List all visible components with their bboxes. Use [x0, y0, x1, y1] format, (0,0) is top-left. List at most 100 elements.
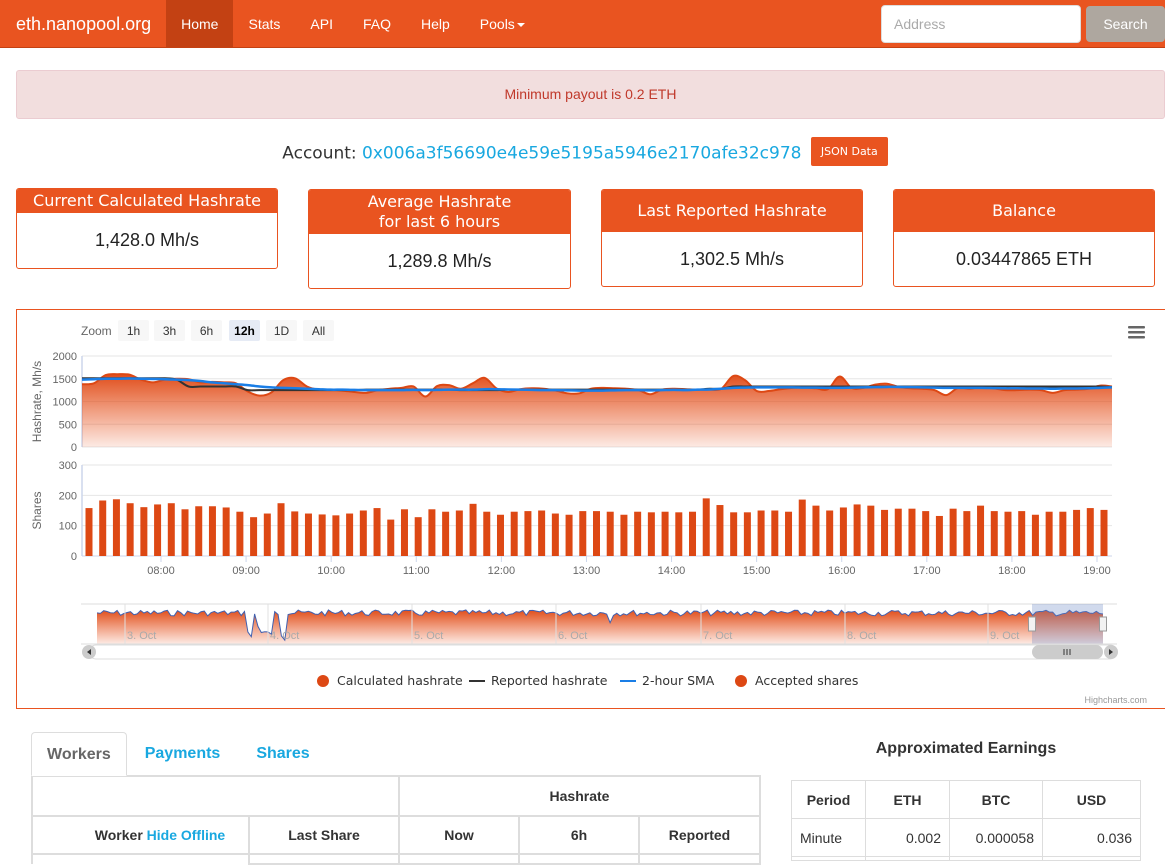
shares-bar[interactable]	[442, 511, 450, 556]
shares-bar[interactable]	[359, 510, 367, 557]
shares-bar[interactable]	[1045, 511, 1053, 556]
shares-bar[interactable]	[661, 511, 669, 556]
shares-bar[interactable]	[112, 499, 120, 556]
shares-bar[interactable]	[510, 511, 518, 556]
legend-item[interactable]: Calculated hashrate	[317, 673, 463, 688]
shares-bar[interactable]	[935, 515, 943, 556]
shares-bar[interactable]	[620, 514, 628, 556]
navigator-handle[interactable]	[1028, 616, 1036, 632]
navigator[interactable]: 3. Oct 4. Oct 5. Oct 6. Oct 7. Oct 8. Oct 9. O…	[81, 603, 1118, 660]
shares-bar[interactable]	[675, 512, 683, 556]
shares-bar[interactable]	[346, 513, 354, 556]
shares-bar[interactable]	[990, 511, 998, 556]
zoom-button-3h[interactable]: 3h	[154, 320, 185, 341]
shares-bar[interactable]	[428, 509, 436, 556]
zoom-button-1h[interactable]: 1h	[118, 320, 149, 341]
shares-bar[interactable]	[263, 513, 271, 556]
shares-bar[interactable]	[181, 509, 189, 556]
nav-home[interactable]: Home	[166, 0, 234, 48]
col-now[interactable]: Now	[398, 815, 520, 855]
shares-bar[interactable]	[140, 507, 148, 556]
address-input[interactable]	[881, 5, 1081, 43]
shares-bar[interactable]	[826, 510, 834, 557]
shares-bar[interactable]	[743, 512, 751, 556]
shares-bar[interactable]	[304, 513, 312, 556]
shares-bar[interactable]	[730, 512, 738, 556]
zoom-button-1d[interactable]: 1D	[266, 320, 297, 341]
nav-faq[interactable]: FAQ	[348, 0, 406, 48]
shares-bar[interactable]	[1018, 511, 1026, 556]
shares-bar[interactable]	[867, 505, 875, 556]
shares-bar[interactable]	[414, 517, 422, 556]
shares-bar[interactable]	[208, 506, 216, 556]
zoom-button-all[interactable]: All	[303, 320, 334, 341]
shares-bar[interactable]	[881, 509, 889, 556]
zoom-button-6h[interactable]: 6h	[191, 320, 222, 341]
scrollbar-track[interactable]	[88, 644, 1118, 660]
shares-bar[interactable]	[757, 510, 765, 557]
shares-bar[interactable]	[565, 514, 573, 556]
shares-bar[interactable]	[977, 505, 985, 556]
account-address-link[interactable]: 0x006a3f56690e4e59e5195a5946e2170afe32c9…	[362, 144, 801, 164]
shares-bar[interactable]	[538, 510, 546, 557]
shares-bar[interactable]	[593, 511, 600, 556]
tab-workers[interactable]: Workers	[31, 732, 127, 776]
shares-bar[interactable]	[318, 514, 326, 556]
shares-bar[interactable]	[1004, 511, 1012, 556]
shares-bar[interactable]	[236, 511, 244, 556]
shares-bar[interactable]	[949, 508, 957, 556]
col-6h[interactable]: 6h	[518, 815, 640, 855]
shares-bar[interactable]	[195, 506, 203, 556]
json-data-button[interactable]: JSON Data	[810, 137, 888, 166]
shares-bar[interactable]	[373, 508, 381, 556]
shares-bar[interactable]	[798, 499, 806, 556]
legend-item[interactable]: 2-hour SMA	[620, 673, 715, 688]
shares-bar[interactable]	[908, 508, 916, 556]
shares-bar[interactable]	[1086, 508, 1094, 556]
navigator-handle[interactable]	[1099, 616, 1107, 632]
shares-bar[interactable]	[812, 505, 820, 556]
shares-bar[interactable]	[455, 510, 463, 557]
shares-bar[interactable]	[85, 508, 93, 556]
shares-bar[interactable]	[634, 511, 642, 556]
legend-item[interactable]: Reported hashrate	[469, 673, 608, 688]
legend-item[interactable]: Accepted shares	[735, 673, 858, 688]
brand-logo[interactable]: eth.nanopool.org	[0, 0, 166, 48]
shares-bar[interactable]	[222, 507, 230, 556]
shares-bar[interactable]	[496, 514, 504, 556]
shares-bar[interactable]	[469, 503, 477, 556]
shares-bar[interactable]	[647, 512, 655, 556]
shares-bar[interactable]	[154, 504, 162, 556]
shares-bar[interactable]	[606, 511, 614, 556]
shares-bar[interactable]	[1100, 509, 1108, 556]
navigator-selection[interactable]	[1032, 604, 1103, 644]
nav-api[interactable]: API	[295, 0, 348, 48]
hamburger-menu-icon[interactable]	[1128, 326, 1145, 339]
col-reported[interactable]: Reported	[638, 815, 761, 855]
shares-bar[interactable]	[250, 517, 258, 556]
nav-pools-dropdown[interactable]: Pools	[465, 0, 540, 48]
shares-bar[interactable]	[922, 511, 930, 556]
shares-bar[interactable]	[126, 503, 134, 556]
shares-bar[interactable]	[291, 511, 299, 556]
col-last-share[interactable]: Last Share	[248, 815, 400, 855]
shares-bar[interactable]	[894, 508, 902, 556]
shares-bar[interactable]	[702, 498, 710, 556]
tab-shares[interactable]: Shares	[238, 732, 327, 776]
hide-offline-link[interactable]: Hide Offline	[147, 827, 226, 843]
shares-bar[interactable]	[524, 511, 532, 556]
shares-bar[interactable]	[716, 505, 724, 556]
shares-bar[interactable]	[785, 511, 793, 556]
shares-bar[interactable]	[332, 515, 340, 556]
credits[interactable]: Highcharts.com	[1084, 695, 1147, 705]
shares-bar[interactable]	[277, 503, 285, 556]
shares-bar[interactable]	[1031, 514, 1039, 556]
shares-bar[interactable]	[839, 507, 847, 556]
shares-bar[interactable]	[99, 500, 107, 556]
nav-stats[interactable]: Stats	[233, 0, 295, 48]
shares-bar[interactable]	[551, 513, 559, 556]
shares-bar[interactable]	[689, 511, 697, 556]
shares-bar[interactable]	[771, 510, 779, 557]
shares-bar[interactable]	[387, 519, 395, 556]
shares-bar[interactable]	[483, 511, 491, 556]
